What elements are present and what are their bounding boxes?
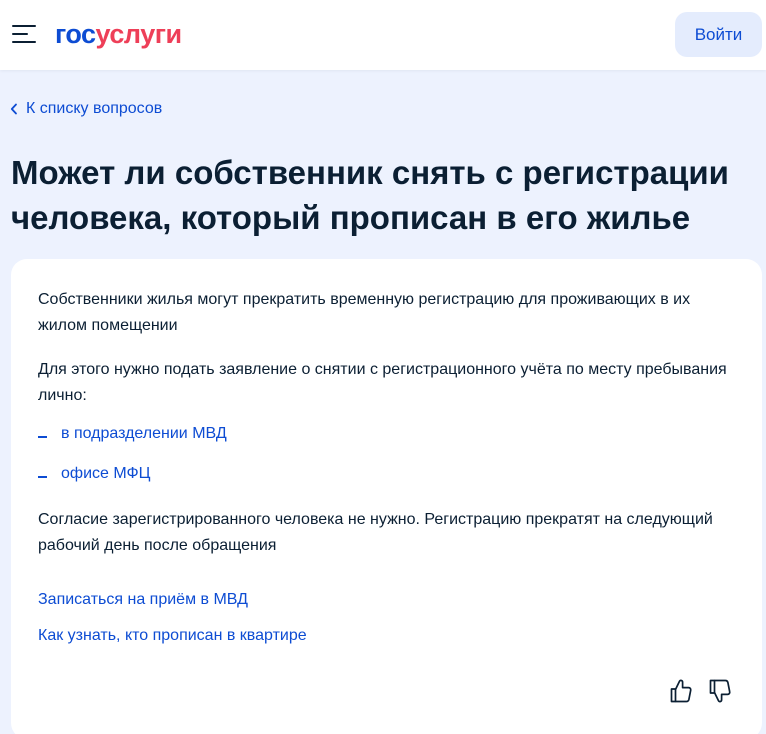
- list-item: офисе МФЦ: [38, 461, 151, 487]
- thumb-up-icon[interactable]: [669, 678, 693, 704]
- menu-icon[interactable]: [12, 25, 38, 45]
- mfc-office-link[interactable]: офисе МФЦ: [61, 465, 151, 483]
- list-dash: [38, 476, 47, 478]
- logo-part-gos: гос: [55, 19, 96, 49]
- book-mvd-appointment-link[interactable]: Записаться на приём в МВД: [38, 587, 248, 613]
- list-dash: [38, 436, 47, 438]
- thumb-down-icon[interactable]: [708, 678, 732, 704]
- back-link-label: К списку вопросов: [26, 100, 163, 117]
- mvd-office-link[interactable]: в подразделении МВД: [61, 425, 227, 443]
- answer-paragraph-3: Согласие зарегистрированного человека не…: [38, 511, 713, 554]
- login-button[interactable]: Войти: [675, 12, 762, 57]
- list-item: в подразделении МВД: [38, 421, 227, 447]
- answer-paragraph-1: Собственники жилья могут прекратить врем…: [38, 291, 691, 334]
- answer-paragraph-2: Для этого нужно подать заявление о сняти…: [38, 361, 727, 404]
- answer-card: Собственники жилья могут прекратить врем…: [11, 259, 762, 734]
- page-title: Может ли собственник снять с регистрации…: [11, 154, 729, 236]
- site-header: госуслуги Войти: [0, 0, 766, 70]
- logo-part-uslugi: услуги: [95, 19, 183, 49]
- gosuslugi-logo[interactable]: госуслуги: [55, 18, 182, 50]
- back-to-questions-link[interactable]: К списку вопросов: [10, 98, 162, 120]
- who-is-registered-link[interactable]: Как узнать, кто прописан в квартире: [38, 623, 307, 649]
- chevron-left-icon: [10, 103, 17, 115]
